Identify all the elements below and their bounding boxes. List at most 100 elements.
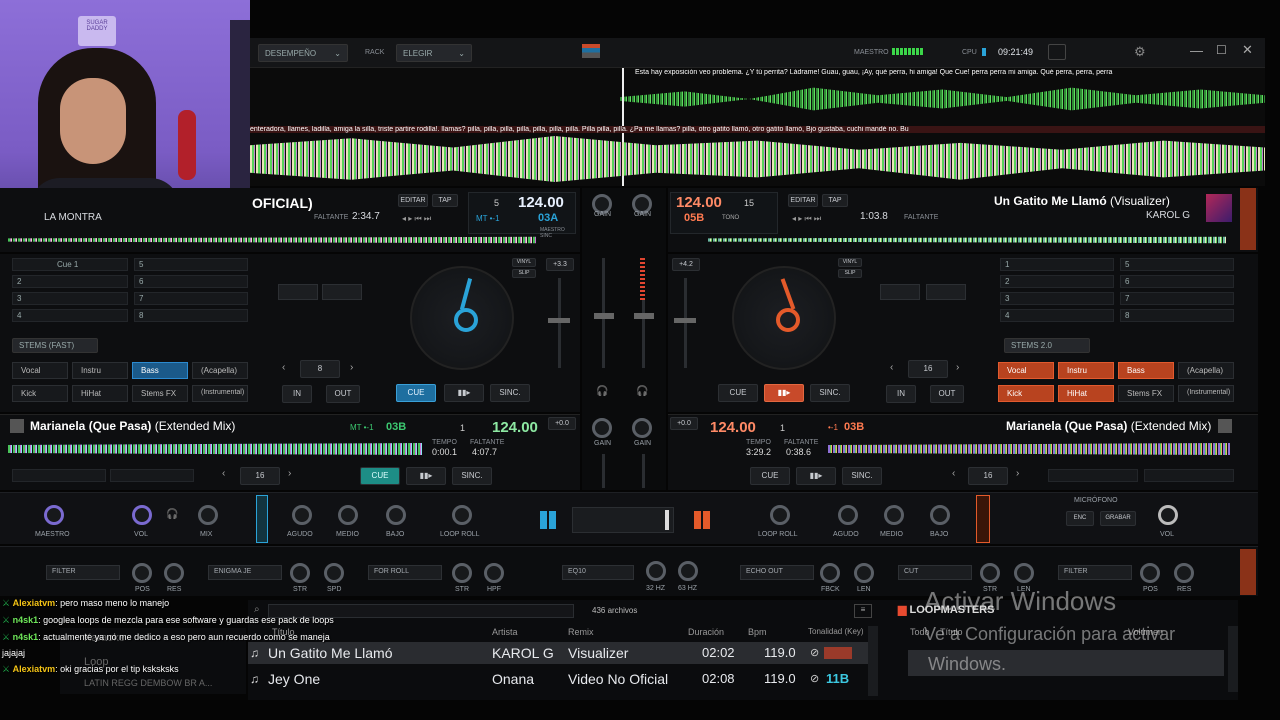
hotcue-6-right[interactable]: 6 (1120, 275, 1234, 288)
deck-right-bottom-slot-2[interactable] (1144, 469, 1234, 482)
sampler-slot-right-2[interactable] (926, 284, 966, 300)
fbck-knob[interactable] (820, 563, 840, 583)
hotcue-1-left[interactable]: Cue 1 (12, 258, 128, 271)
cue-button-left[interactable]: CUE (396, 384, 436, 402)
col-remix[interactable]: Remix (568, 627, 594, 637)
channel-fader-br[interactable] (642, 454, 645, 488)
len-knob-2[interactable] (1014, 563, 1034, 583)
waveform-overview-area[interactable]: Esta hay exposición veo problema. ¿Y tú … (250, 68, 1265, 186)
mic-rec-button[interactable]: GRABAR (1100, 511, 1136, 526)
sync-button-br[interactable]: SINC. (842, 467, 882, 485)
hotcue-7-left[interactable]: 7 (134, 292, 248, 305)
stems-mode-dropdown-right[interactable]: STEMS 2.0 (1004, 338, 1090, 353)
fx-assign-right-icon[interactable] (694, 511, 712, 529)
deck-b-tab[interactable] (976, 495, 990, 543)
deck-right-bottom-slot-1[interactable] (1048, 469, 1138, 482)
hotcue-3-right[interactable]: 3 (1000, 292, 1114, 305)
deck-left-mini-waveform[interactable] (8, 236, 536, 244)
loop-prev-icon-bl[interactable]: ‹ (222, 468, 225, 479)
pitch-cap-right[interactable] (674, 318, 696, 323)
fx-filter-right[interactable]: FILTER (1058, 565, 1132, 580)
fx-eq10[interactable]: EQ10 (562, 565, 634, 580)
hotcue-2-right[interactable]: 2 (1000, 275, 1114, 288)
stem-fx-right[interactable]: Stems FX (1118, 385, 1174, 402)
fx-enigma[interactable]: ENIGMA JE (208, 565, 282, 580)
side-toggle-icon[interactable]: ≡ (854, 604, 872, 618)
stem-bass-right[interactable]: Bass (1118, 362, 1174, 379)
stem-acapella-left[interactable]: (Acapella) (192, 362, 248, 379)
str-knob-1[interactable] (290, 563, 310, 583)
mix-knob[interactable] (198, 505, 218, 525)
loop-size-br[interactable]: 16 (968, 467, 1008, 485)
crossfader-cap[interactable] (665, 510, 669, 530)
cue-button-br[interactable]: CUE (750, 467, 790, 485)
jog-wheel-right[interactable] (732, 266, 836, 370)
hotcue-4-right[interactable]: 4 (1000, 309, 1114, 322)
hotcue-4-left[interactable]: 4 (12, 309, 128, 322)
edit-button-right[interactable]: EDITAR (788, 194, 818, 207)
master-knob[interactable] (44, 505, 64, 525)
loop-prev-icon-left[interactable]: ‹ (282, 362, 285, 373)
crossfader-track[interactable] (572, 507, 674, 533)
cue-button-right[interactable]: CUE (718, 384, 758, 402)
mic-enc-button[interactable]: ENC (1066, 511, 1094, 526)
channel-fader-bl[interactable] (602, 454, 605, 488)
loop-out-left[interactable]: OUT (326, 385, 360, 403)
pitch-slider-left[interactable] (558, 278, 561, 368)
hotcue-3-left[interactable]: 3 (12, 292, 128, 305)
settings-gear-icon[interactable]: ⚙ (1134, 44, 1146, 60)
loop-size-left[interactable]: 8 (300, 360, 340, 378)
stem-acapella-right[interactable]: (Acapella) (1178, 362, 1234, 379)
fx-cut[interactable]: CUT (898, 565, 972, 580)
mid-knob-right[interactable] (884, 505, 904, 525)
pos-knob-left[interactable] (132, 563, 152, 583)
browser-scrollbar[interactable] (868, 626, 878, 696)
hotcue-7-right[interactable]: 7 (1120, 292, 1234, 305)
transport-mini-icons-left[interactable]: ◂ ▸ ⏮ ⏭ (402, 214, 431, 224)
fader-cap-left[interactable] (594, 313, 614, 319)
sync-button-bl[interactable]: SINC. (452, 467, 492, 485)
cue-button-bl[interactable]: CUE (360, 467, 400, 485)
stem-vocal-left[interactable]: Vocal (12, 362, 68, 379)
tap-button-right[interactable]: TAP (822, 194, 848, 207)
hotcue-6-left[interactable]: 6 (134, 275, 248, 288)
pitch-value-bl[interactable]: +0.0 (548, 417, 576, 430)
vol-knob-right[interactable] (1158, 505, 1178, 525)
stem-kick-left[interactable]: Kick (12, 385, 68, 402)
32hz-knob[interactable] (646, 561, 666, 581)
play-pause-button-bl[interactable]: ▮▮▸ (406, 467, 446, 485)
res-knob-left[interactable] (164, 563, 184, 583)
loop-size-bl[interactable]: 16 (240, 467, 280, 485)
stem-instru-right[interactable]: Instru (1058, 362, 1114, 379)
pitch-value-left[interactable]: +3.3 (546, 258, 574, 271)
play-pause-button-left[interactable]: ▮▮▸ (444, 384, 484, 402)
treble-knob-left[interactable] (292, 505, 312, 525)
loop-roll-knob-right[interactable] (770, 505, 790, 525)
col-bpm[interactable]: Bpm (748, 627, 767, 637)
stem-instru-left[interactable]: Instru (72, 362, 128, 379)
rec-indicator-icon[interactable] (582, 44, 600, 58)
rack-dropdown[interactable]: ELEGIR ⌄ (396, 44, 472, 62)
transport-mini-icons-right[interactable]: ◂ ▸ ⏮ ⏭ (792, 214, 821, 224)
stems-mode-dropdown-left[interactable]: STEMS (FAST) (12, 338, 98, 353)
loop-in-left[interactable]: IN (282, 385, 312, 403)
play-pause-button-br[interactable]: ▮▮▸ (796, 467, 836, 485)
hotcue-2-left[interactable]: 2 (12, 275, 128, 288)
63hz-knob[interactable] (678, 561, 698, 581)
loop-roll-knob-left[interactable] (452, 505, 472, 525)
minimize-icon[interactable]: — (1190, 43, 1203, 58)
side-panel-scrollbar[interactable] (1228, 626, 1238, 692)
str-knob-2[interactable] (452, 563, 472, 583)
sampler-slot-left-2[interactable] (322, 284, 362, 300)
vinyl-button-right[interactable]: VINYL (838, 258, 862, 267)
fx-side-handle-right[interactable] (1240, 549, 1256, 595)
sampler-slot-right[interactable] (880, 284, 920, 300)
maximize-icon[interactable]: ☐ (1216, 43, 1227, 57)
pitch-value-right[interactable]: +4.2 (672, 258, 700, 271)
stem-vocal-right[interactable]: Vocal (998, 362, 1054, 379)
fx-filter-left[interactable]: FILTER (46, 565, 120, 580)
bass-knob-left[interactable] (386, 505, 406, 525)
pitch-value-br[interactable]: +0.0 (670, 417, 698, 430)
spd-knob[interactable] (324, 563, 344, 583)
loop-next-icon-right[interactable]: › (956, 362, 959, 373)
